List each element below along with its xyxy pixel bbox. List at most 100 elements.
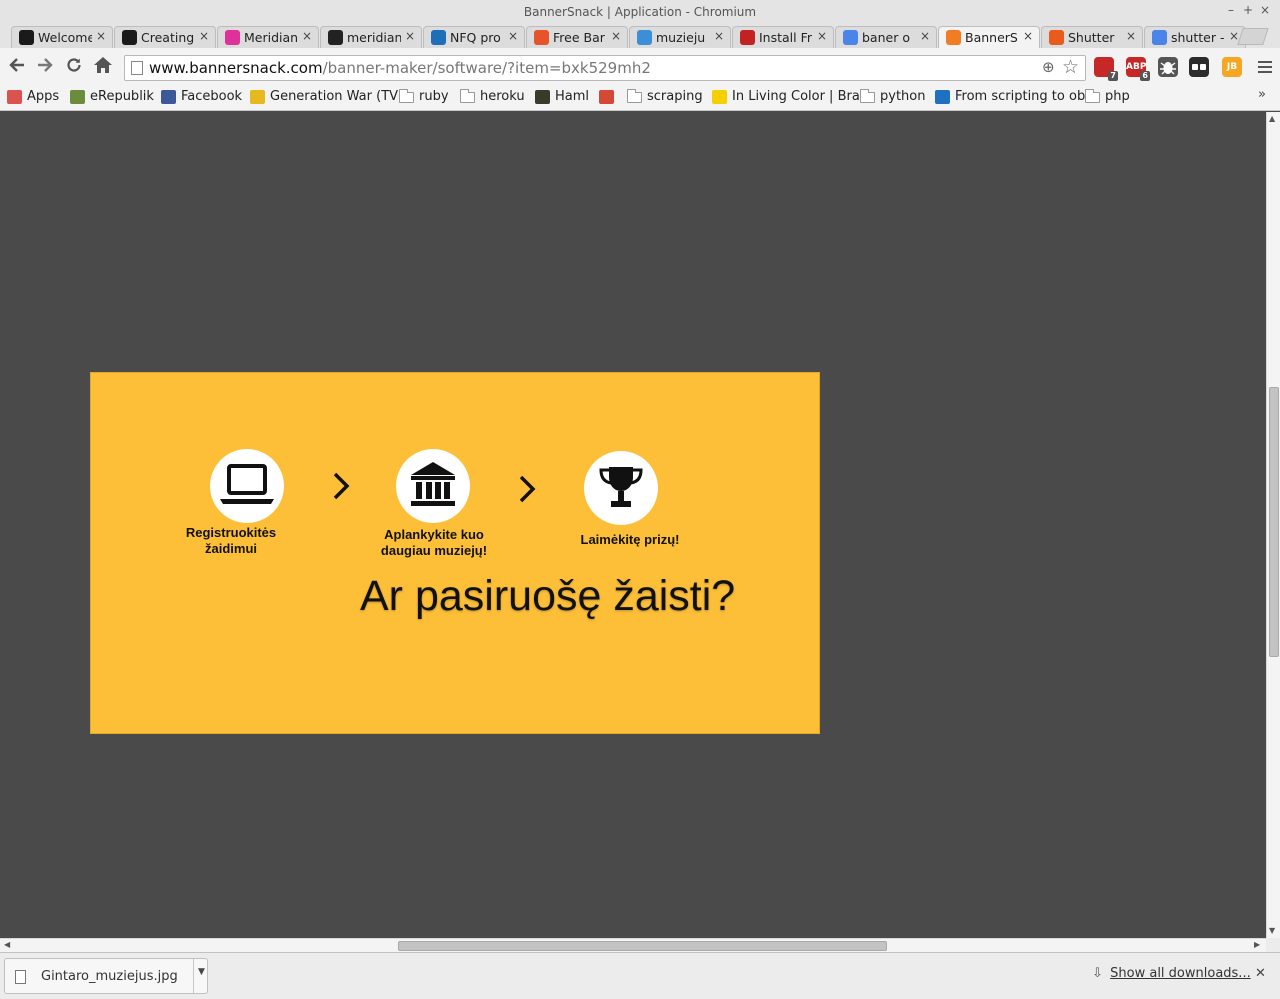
jetbrains-icon[interactable]: JB: [1222, 57, 1242, 77]
step-visit-circle: [396, 449, 470, 523]
scroll-left-arrow-icon[interactable]: ◀: [4, 940, 10, 949]
tab-1[interactable]: Welcome ×: [11, 26, 113, 48]
step-register-caption: Registruokitės žaidimui: [170, 525, 292, 557]
tab-close-icon[interactable]: ×: [817, 29, 827, 43]
bug-icon[interactable]: [1158, 57, 1178, 77]
tab-favicon-icon: [534, 30, 549, 45]
reload-icon: [67, 58, 81, 72]
bookmark-label: scraping: [647, 89, 703, 104]
tab-10[interactable]: BannerS ×: [938, 26, 1040, 48]
banner-headline: Ar pasiruošę žaisti?: [360, 572, 736, 620]
imdb-icon: [250, 90, 265, 104]
tab-label: baner o: [862, 30, 910, 45]
bookmark-star-icon[interactable]: ☆: [1062, 56, 1079, 78]
folder-icon: [1085, 89, 1100, 103]
window-title: BannerSnack | Application - Chromium: [523, 5, 757, 19]
tab-close-icon[interactable]: ×: [1126, 29, 1136, 43]
horizontal-scroll-thumb[interactable]: [398, 941, 887, 951]
url-text[interactable]: www.bannersnack.com/banner-maker/softwar…: [149, 59, 651, 77]
adblock-icon[interactable]: 7: [1094, 57, 1118, 81]
horizontal-scrollbar[interactable]: ◀ ▶: [0, 938, 1266, 952]
window-title-bar: BannerSnack | Application - Chromium – +…: [0, 0, 1280, 24]
tab-9[interactable]: baner o ×: [835, 26, 937, 48]
bookmarks-overflow-button[interactable]: »: [1258, 87, 1266, 102]
tab-favicon-icon: [843, 30, 858, 45]
tab-label: meridian: [347, 30, 401, 45]
download-menu-chevron-icon[interactable]: ▼: [198, 967, 205, 977]
tab-favicon-icon: [740, 30, 755, 45]
tab-close-icon[interactable]: ×: [302, 29, 312, 43]
zoom-icon[interactable]: ⊕: [1042, 58, 1055, 76]
vertical-scrollbar[interactable]: ▲ ▼: [1266, 112, 1280, 938]
close-download-shelf-button[interactable]: ✕: [1255, 966, 1266, 981]
bookmark-label: ruby: [419, 89, 449, 104]
tab-favicon-icon: [328, 30, 343, 45]
show-all-downloads-link[interactable]: ⇩ Show all downloads...: [1092, 966, 1251, 981]
home-icon: [94, 57, 112, 73]
tab-7[interactable]: muzieju ×: [629, 26, 731, 48]
vertical-scroll-thumb[interactable]: [1269, 387, 1279, 657]
ibm-icon: [935, 90, 950, 104]
tab-11[interactable]: Shutter ×: [1041, 26, 1143, 48]
bookmark-label: Generation War (TV: [270, 89, 399, 104]
back-button[interactable]: [6, 56, 28, 78]
natgeo-icon: [712, 90, 727, 104]
tab-favicon-icon: [225, 30, 240, 45]
tab-2[interactable]: Creating ×: [114, 26, 216, 48]
tab-close-icon[interactable]: ×: [405, 29, 415, 43]
glasses-icon[interactable]: [1189, 57, 1209, 77]
forward-button[interactable]: [34, 56, 56, 78]
tab-label: BannerS: [965, 30, 1018, 45]
tab-label: Creating: [141, 30, 195, 45]
tab-strip: Welcome × Creating × Meridian × meridian × NFQ p…: [0, 24, 1280, 48]
address-bar[interactable]: www.bannersnack.com/banner-maker/softwar…: [124, 55, 1086, 81]
step-visit-line1: Aplankykite kuo: [384, 527, 484, 542]
tab-8[interactable]: Install Fr ×: [732, 26, 834, 48]
scroll-right-arrow-icon[interactable]: ▶: [1254, 940, 1260, 949]
folder-icon: [627, 89, 642, 103]
google-plus-icon: [599, 90, 614, 104]
tab-favicon-icon: [122, 30, 137, 45]
scroll-down-arrow-icon[interactable]: ▼: [1269, 926, 1275, 935]
download-item-divider: [193, 959, 194, 993]
trophy-icon: [599, 467, 643, 507]
scroll-up-arrow-icon[interactable]: ▲: [1269, 114, 1275, 123]
chrome-menu-button[interactable]: [1258, 58, 1272, 76]
minimize-button[interactable]: –: [1224, 3, 1238, 17]
tab-close-icon[interactable]: ×: [199, 29, 209, 43]
tab-close-icon[interactable]: ×: [508, 29, 518, 43]
tab-close-icon[interactable]: ×: [920, 29, 930, 43]
tab-close-icon[interactable]: ×: [611, 29, 621, 43]
reload-button[interactable]: [63, 56, 85, 78]
close-window-button[interactable]: ×: [1258, 3, 1272, 17]
tab-label: Shutter: [1068, 30, 1115, 45]
tab-12[interactable]: shutter - ×: [1144, 26, 1246, 48]
step-register-line2: žaidimui: [204, 541, 257, 556]
abp-icon[interactable]: ABP 6: [1126, 57, 1150, 81]
tab-close-icon[interactable]: ×: [714, 29, 724, 43]
arrow-right-icon: [38, 58, 53, 72]
tab-close-icon[interactable]: ×: [1023, 29, 1033, 43]
new-tab-button[interactable]: [1237, 28, 1269, 45]
show-all-downloads-label: Show all downloads...: [1110, 966, 1251, 981]
download-item[interactable]: Gintaro_muziejus.jpg ▼: [4, 958, 208, 994]
glasses-glyph: [1192, 64, 1206, 70]
tab-favicon-icon: [431, 30, 446, 45]
laptop-icon: [220, 464, 274, 504]
chevron-right-icon: [333, 472, 350, 500]
chevron-right-icon: [519, 475, 536, 503]
url-host: www.bannersnack.com: [149, 59, 323, 77]
tab-4[interactable]: meridian ×: [320, 26, 422, 48]
tab-5[interactable]: NFQ pro ×: [423, 26, 525, 48]
tab-close-icon[interactable]: ×: [96, 29, 106, 43]
bookmark-label: Apps: [27, 89, 60, 104]
apps-grid-icon: [7, 90, 22, 104]
tab-3[interactable]: Meridian ×: [217, 26, 319, 48]
bookmark-label: eRepublik: [90, 89, 154, 104]
tab-6[interactable]: Free Bar ×: [526, 26, 628, 48]
bug-glyph: [1160, 62, 1176, 75]
maximize-button[interactable]: +: [1241, 3, 1255, 17]
bookmarks-bar: Apps eRepublik Facebook Generation War (TV r…: [0, 85, 1280, 111]
bookmark-label: Haml: [555, 89, 590, 104]
home-button[interactable]: [92, 56, 114, 78]
